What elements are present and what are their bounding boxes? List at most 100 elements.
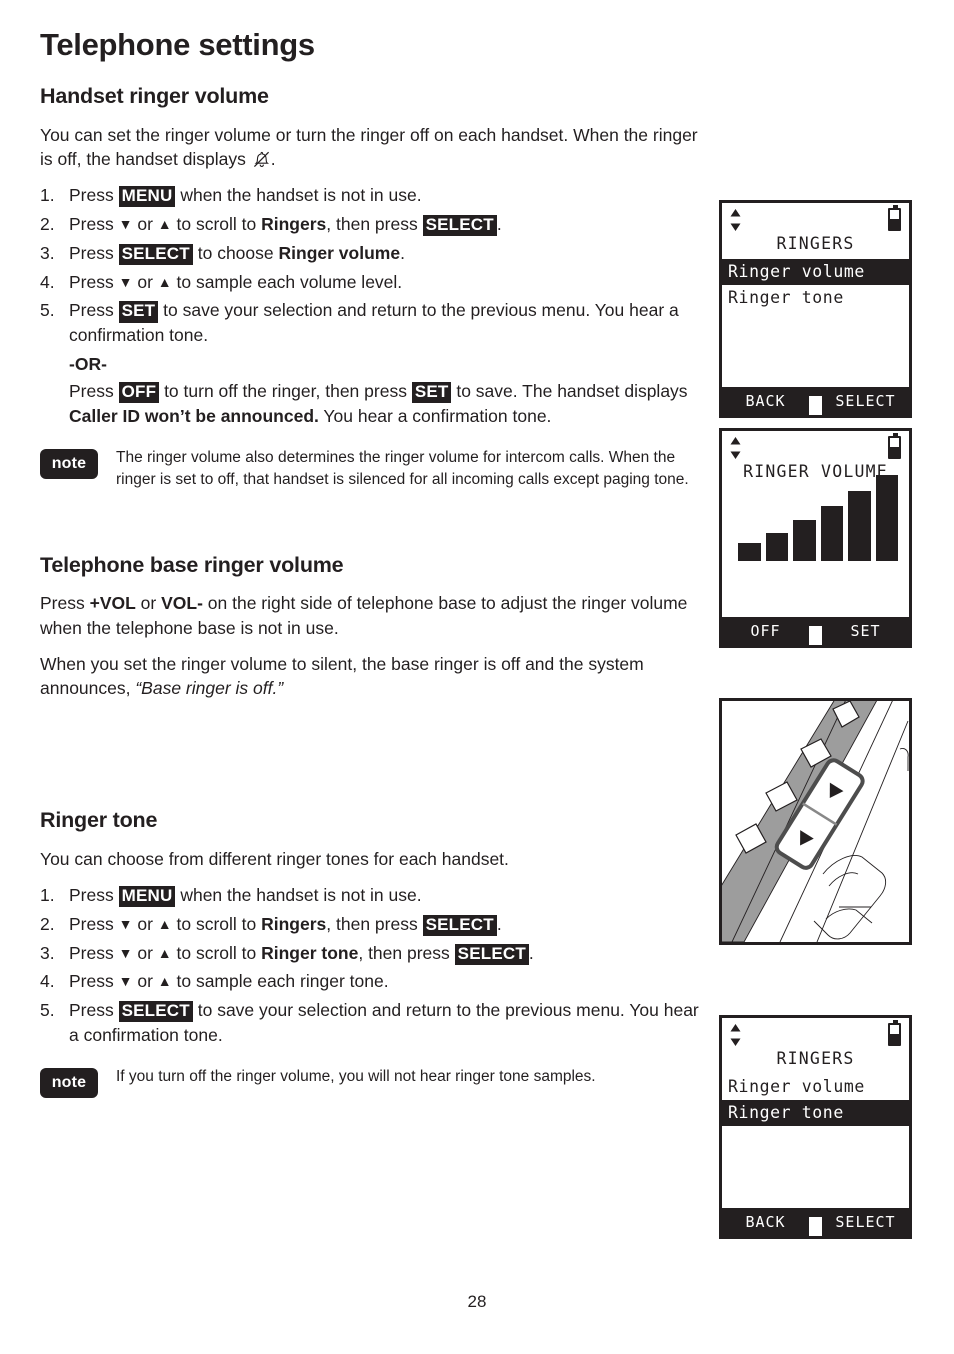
page-title: Telephone settings bbox=[40, 27, 315, 62]
softkey-select[interactable]: SELECT bbox=[822, 387, 909, 415]
softkey-back[interactable]: BACK bbox=[722, 387, 809, 415]
note-text: The ringer volume also determines the ri… bbox=[116, 448, 689, 488]
arrow-down-icon: ▼ bbox=[118, 973, 133, 990]
text-run: to save. The handset displays bbox=[451, 381, 688, 401]
softkey-set[interactable]: SET bbox=[822, 617, 909, 645]
text-run: Press bbox=[69, 942, 119, 963]
step-number: 2. bbox=[40, 213, 55, 234]
text-run: Press bbox=[69, 971, 119, 992]
handset-screen-ringers-menu: RINGERS Ringer volume Ringer tone BACK S… bbox=[719, 200, 912, 418]
arrow-up-icon: ▲ bbox=[157, 215, 172, 232]
section-heading-base-ringer-volume: Telephone base ringer volume bbox=[40, 552, 344, 577]
text-run: Press bbox=[69, 271, 119, 292]
volume-bar-1 bbox=[738, 543, 761, 561]
text-run: to scroll to bbox=[171, 942, 262, 963]
key-label: SELECT bbox=[454, 943, 529, 965]
softkey-back[interactable]: BACK bbox=[722, 1208, 809, 1236]
text-run: to turn off the ringer, then press bbox=[159, 381, 412, 401]
arrow-down-icon: ▼ bbox=[118, 215, 133, 232]
step-number: 5. bbox=[40, 300, 55, 321]
arrow-down-icon: ▼ bbox=[118, 273, 133, 290]
step-text: Press SET to save your selection and ret… bbox=[69, 300, 679, 345]
text-run: to scroll to bbox=[171, 213, 262, 234]
note-ringer-tone: note If you turn off the ringer volume, … bbox=[40, 1066, 700, 1098]
key-label: SELECT bbox=[118, 1001, 193, 1023]
lcd-display-area: RINGER VOLUME bbox=[722, 431, 909, 617]
manual-page: Telephone settings Handset ringer volume… bbox=[0, 0, 954, 1354]
emphasis-text: +VOL bbox=[89, 593, 136, 614]
step-text: Press ▼ or ▲ to scroll to Ringer tone, t… bbox=[69, 942, 534, 965]
volume-bar-3 bbox=[793, 520, 816, 561]
or-instruction: Press OFF to turn off the ringer, then p… bbox=[69, 379, 700, 429]
step-number: 1. bbox=[40, 884, 55, 905]
step-number: 3. bbox=[40, 942, 55, 963]
text-run: When you set the ringer volume to silent… bbox=[40, 653, 644, 698]
scroll-up-down-icon bbox=[729, 436, 742, 460]
lcd-display-area: RINGERS Ringer volume Ringer tone bbox=[722, 1018, 909, 1208]
softkey-divider bbox=[809, 1217, 822, 1236]
emphasis-text: Caller ID won’t be announced. bbox=[69, 405, 319, 426]
or-block: -OR- Press OFF to turn off the ringer, t… bbox=[40, 352, 700, 429]
lcd-softkey-bar: OFF SET bbox=[722, 617, 909, 645]
telephone-base-side-illustration bbox=[719, 698, 912, 945]
lcd-status-bar bbox=[722, 431, 909, 462]
lcd-menu-item-ringer-tone[interactable]: Ringer tone bbox=[722, 1100, 909, 1126]
text-run: Press bbox=[69, 213, 119, 234]
softkey-divider bbox=[809, 396, 822, 415]
softkey-off[interactable]: OFF bbox=[722, 617, 809, 645]
battery-icon bbox=[888, 433, 901, 459]
handset-ringer-volume-steps: 1. Press MENU when the handset is not in … bbox=[40, 183, 700, 348]
key-label: SELECT bbox=[118, 243, 193, 265]
text-run: or bbox=[132, 971, 158, 992]
ringer-tone-steps: 1. Press MENU when the handset is not in … bbox=[40, 883, 700, 1048]
instruction-step: 4. Press ▼ or ▲ to sample each ringer ton… bbox=[40, 969, 700, 994]
arrow-up-icon: ▲ bbox=[157, 944, 172, 961]
handset-ringer-volume-intro: You can set the ringer volume or turn th… bbox=[40, 123, 700, 171]
text-run: to save your selection and return to the… bbox=[69, 300, 679, 346]
lcd-menu-item-ringer-volume[interactable]: Ringer volume bbox=[722, 1074, 909, 1100]
emphasis-text: Ringers bbox=[261, 213, 327, 234]
instruction-step: 5. Press SET to save your selection and r… bbox=[40, 298, 700, 348]
step-text: Press MENU when the handset is not in us… bbox=[69, 884, 422, 907]
battery-icon bbox=[888, 205, 901, 231]
note-badge: note bbox=[40, 1067, 98, 1098]
step-text: Press ▼ or ▲ to scroll to Ringers, then … bbox=[69, 913, 502, 936]
base-ringer-volume-para-2: When you set the ringer volume to silent… bbox=[40, 652, 700, 700]
volume-bar-2 bbox=[765, 533, 788, 561]
text-run: , then press bbox=[326, 913, 423, 934]
instruction-step: 2. Press ▼ or ▲ to scroll to Ringers, the… bbox=[40, 912, 700, 937]
ringer-tone-intro: You can choose from different ringer ton… bbox=[40, 848, 509, 869]
text-run: or bbox=[132, 271, 158, 292]
lcd-menu-item-ringer-volume[interactable]: Ringer volume bbox=[722, 259, 909, 285]
volume-bar-4 bbox=[820, 506, 843, 561]
text-run: Press bbox=[69, 1000, 119, 1021]
section-heading-handset-ringer-volume: Handset ringer volume bbox=[40, 84, 269, 109]
intro-text-a: You can set the ringer volume or turn th… bbox=[40, 124, 698, 169]
step-number: 4. bbox=[40, 271, 55, 292]
lcd-screen-title: RINGERS bbox=[776, 1049, 855, 1068]
text-run: when the handset is not in use. bbox=[175, 884, 422, 905]
lcd-softkey-bar: BACK SELECT bbox=[722, 387, 909, 415]
page-number: 28 bbox=[467, 1292, 487, 1311]
volume-bar-5 bbox=[848, 491, 871, 561]
text-run: or bbox=[132, 942, 158, 963]
lcd-softkey-bar: BACK SELECT bbox=[722, 1208, 909, 1236]
instruction-step: 3. Press ▼ or ▲ to scroll to Ringer tone,… bbox=[40, 941, 700, 966]
text-run: to scroll to bbox=[171, 913, 262, 934]
softkey-select[interactable]: SELECT bbox=[822, 1208, 909, 1236]
text-run: . bbox=[496, 213, 502, 234]
scroll-up-down-icon bbox=[729, 208, 742, 232]
step-number: 1. bbox=[40, 185, 55, 206]
text-run: to sample each volume level. bbox=[171, 271, 403, 292]
text-run: . bbox=[528, 942, 534, 963]
scroll-up-down-icon bbox=[729, 1023, 742, 1047]
text-run: to sample each ringer tone. bbox=[171, 971, 389, 992]
base-ringer-volume-para-1: Press +VOL or VOL- on the right side of … bbox=[40, 591, 700, 639]
step-text: Press ▼ or ▲ to sample each ringer tone. bbox=[69, 971, 389, 991]
lcd-menu-item-ringer-tone[interactable]: Ringer tone bbox=[722, 285, 909, 311]
text-run: when the handset is not in use. bbox=[175, 185, 422, 206]
text-run: , then press bbox=[358, 942, 455, 963]
arrow-up-icon: ▲ bbox=[157, 915, 172, 932]
step-text: Press MENU when the handset is not in us… bbox=[69, 185, 422, 208]
or-label: -OR- bbox=[69, 354, 107, 375]
